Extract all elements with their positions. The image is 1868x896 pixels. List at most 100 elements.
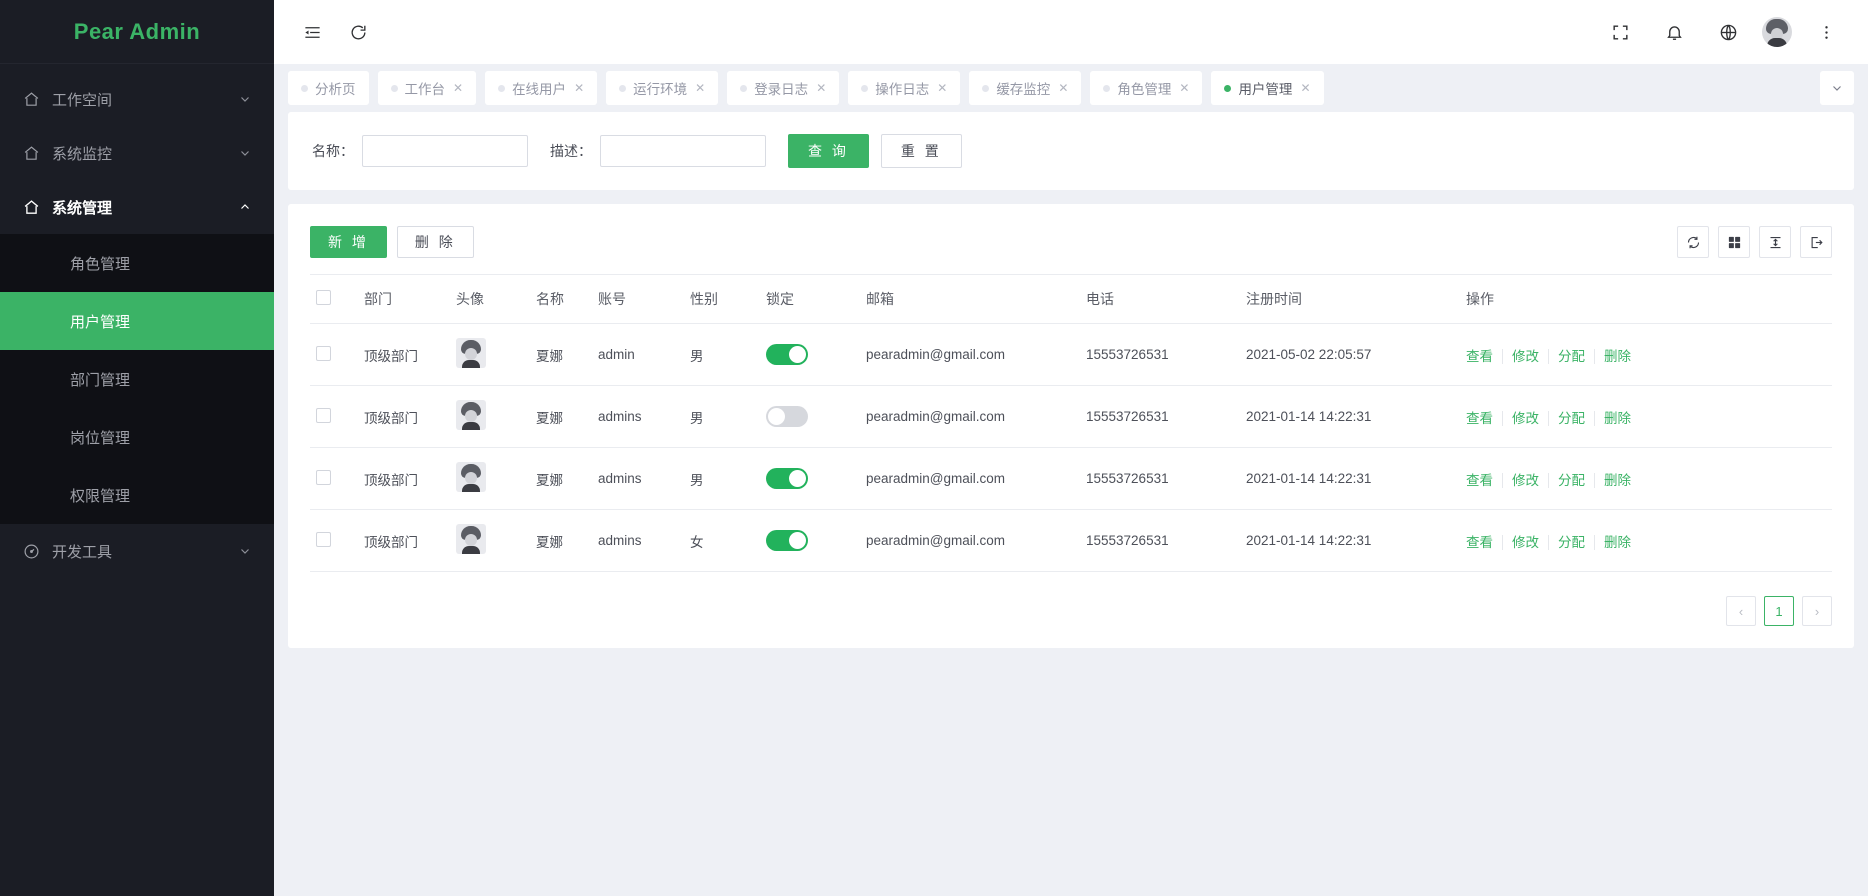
action-view[interactable]: 查看 bbox=[1466, 410, 1503, 426]
delete-button[interactable]: 删 除 bbox=[396, 226, 474, 258]
tab-login-log[interactable]: 登录日志 ✕ bbox=[727, 71, 840, 105]
avatar-face bbox=[465, 472, 477, 484]
action-edit[interactable]: 修改 bbox=[1503, 348, 1549, 364]
action-edit[interactable]: 修改 bbox=[1503, 534, 1549, 550]
action-delete[interactable]: 删除 bbox=[1595, 349, 1631, 364]
home-icon bbox=[22, 144, 40, 162]
avatar[interactable] bbox=[1762, 17, 1792, 47]
sidebar-item-system[interactable]: 系统管理 bbox=[0, 180, 274, 234]
action-view[interactable]: 查看 bbox=[1466, 534, 1503, 550]
home-icon bbox=[22, 90, 40, 108]
menu-collapse-icon[interactable] bbox=[292, 12, 332, 52]
label-name: 名称： bbox=[312, 143, 354, 159]
header-actions: 操作 bbox=[1460, 274, 1832, 324]
action-edit[interactable]: 修改 bbox=[1503, 472, 1549, 488]
sidebar-item-workspace[interactable]: 工作空间 bbox=[0, 72, 274, 126]
action-delete[interactable]: 删除 bbox=[1595, 411, 1631, 426]
sidebar-label-post-management: 岗位管理 bbox=[70, 429, 131, 447]
fullscreen-icon[interactable] bbox=[1600, 12, 1640, 52]
label-description: 描述： bbox=[550, 143, 592, 159]
chevron-up-icon bbox=[238, 200, 252, 214]
select-all-checkbox[interactable] bbox=[316, 290, 331, 305]
action-view[interactable]: 查看 bbox=[1466, 348, 1503, 364]
pagination-page-1[interactable]: 1 bbox=[1764, 596, 1794, 626]
close-icon[interactable]: ✕ bbox=[695, 81, 705, 95]
sidebar-item-devtools[interactable]: 开发工具 bbox=[0, 524, 274, 578]
tab-bar: 分析页 工作台 ✕ 在线用户 ✕ 运行环境 ✕ 登录日志 ✕ 操作日志 ✕ 缓存… bbox=[274, 64, 1868, 112]
close-icon[interactable]: ✕ bbox=[937, 81, 947, 95]
brand-logo[interactable]: Pear Admin bbox=[0, 0, 274, 64]
close-icon[interactable]: ✕ bbox=[816, 81, 826, 95]
action-assign[interactable]: 分配 bbox=[1549, 410, 1595, 426]
tab-user-management[interactable]: 用户管理 ✕ bbox=[1211, 71, 1324, 105]
tab-online-users[interactable]: 在线用户 ✕ bbox=[485, 71, 598, 105]
tab-role-management[interactable]: 角色管理 ✕ bbox=[1090, 71, 1203, 105]
action-assign[interactable]: 分配 bbox=[1549, 534, 1595, 550]
cell-actions: 查看 修改 分配 删除 bbox=[1460, 323, 1832, 386]
lock-toggle[interactable] bbox=[766, 530, 808, 551]
tab-label: 角色管理 bbox=[1117, 82, 1172, 97]
tab-options-dropdown[interactable] bbox=[1820, 71, 1854, 105]
tab-analysis[interactable]: 分析页 bbox=[288, 71, 369, 105]
tab-operation-log[interactable]: 操作日志 ✕ bbox=[848, 71, 961, 105]
close-icon[interactable]: ✕ bbox=[574, 81, 584, 95]
cell-locked bbox=[760, 323, 860, 386]
more-vertical-icon[interactable] bbox=[1806, 12, 1846, 52]
close-icon[interactable]: ✕ bbox=[453, 81, 463, 95]
sidebar-item-dept-management[interactable]: 部门管理 bbox=[0, 350, 274, 408]
action-delete[interactable]: 删除 bbox=[1595, 535, 1631, 550]
row-checkbox[interactable] bbox=[316, 531, 331, 547]
sidebar-item-permission-management[interactable]: 权限管理 bbox=[0, 466, 274, 524]
sidebar-item-post-management[interactable]: 岗位管理 bbox=[0, 408, 274, 466]
close-icon[interactable]: ✕ bbox=[1179, 81, 1189, 95]
cell-actions: 查看 修改 分配 删除 bbox=[1460, 385, 1832, 448]
header-phone: 电话 bbox=[1080, 274, 1240, 324]
field-name: 名称： bbox=[312, 135, 528, 167]
row-checkbox[interactable] bbox=[316, 407, 331, 423]
query-button[interactable]: 查 询 bbox=[788, 134, 869, 168]
row-checkbox[interactable] bbox=[316, 469, 331, 485]
close-icon[interactable]: ✕ bbox=[1058, 81, 1068, 95]
column-filter-icon[interactable] bbox=[1718, 226, 1750, 258]
pagination-next[interactable]: › bbox=[1802, 596, 1832, 626]
lock-toggle[interactable] bbox=[766, 344, 808, 365]
sidebar-label-dept-management: 部门管理 bbox=[70, 371, 131, 389]
tab-runtime-env[interactable]: 运行环境 ✕ bbox=[606, 71, 719, 105]
bell-icon[interactable] bbox=[1654, 12, 1694, 52]
lock-toggle[interactable] bbox=[766, 406, 808, 427]
refresh-icon[interactable] bbox=[338, 12, 378, 52]
reset-button[interactable]: 重 置 bbox=[880, 134, 962, 168]
cell-email: pearadmin@gmail.com bbox=[860, 385, 1080, 448]
header-gender: 性别 bbox=[684, 274, 760, 324]
row-height-icon[interactable] bbox=[1759, 226, 1791, 258]
export-icon[interactable] bbox=[1800, 226, 1832, 258]
header-email: 邮箱 bbox=[860, 274, 1080, 324]
search-description-input[interactable] bbox=[600, 135, 766, 167]
search-name-input[interactable] bbox=[362, 135, 528, 167]
globe-icon[interactable] bbox=[1708, 12, 1748, 52]
tab-status-dot bbox=[861, 84, 869, 92]
close-icon[interactable]: ✕ bbox=[1300, 81, 1310, 95]
action-edit[interactable]: 修改 bbox=[1503, 410, 1549, 426]
sidebar-item-monitor[interactable]: 系统监控 bbox=[0, 126, 274, 180]
action-delete[interactable]: 删除 bbox=[1595, 473, 1631, 488]
tab-status-dot bbox=[390, 84, 398, 92]
refresh-table-icon[interactable] bbox=[1677, 226, 1709, 258]
sidebar-item-role-management[interactable]: 角色管理 bbox=[0, 234, 274, 292]
pagination-prev[interactable]: ‹ bbox=[1726, 596, 1756, 626]
sidebar-item-user-management[interactable]: 用户管理 bbox=[0, 292, 274, 350]
tab-cache-monitor[interactable]: 缓存监控 ✕ bbox=[969, 71, 1082, 105]
tab-workbench[interactable]: 工作台 ✕ bbox=[377, 71, 477, 105]
lock-toggle[interactable] bbox=[766, 468, 808, 489]
row-checkbox[interactable] bbox=[316, 345, 331, 361]
chevron-down-icon bbox=[238, 146, 252, 160]
action-assign[interactable]: 分配 bbox=[1549, 472, 1595, 488]
sidebar-label-workspace: 工作空间 bbox=[52, 91, 113, 109]
sidebar-nav: 工作空间 系统监控 系统管理 角色管理 用户管理 部门管理 岗位管理 权限管理 … bbox=[0, 64, 274, 578]
add-button[interactable]: 新 增 bbox=[310, 226, 387, 258]
header-name: 名称 bbox=[530, 274, 592, 324]
tab-status-dot bbox=[619, 84, 627, 92]
action-view[interactable]: 查看 bbox=[1466, 472, 1503, 488]
main-area: 分析页 工作台 ✕ 在线用户 ✕ 运行环境 ✕ 登录日志 ✕ 操作日志 ✕ 缓存… bbox=[274, 0, 1868, 896]
action-assign[interactable]: 分配 bbox=[1549, 348, 1595, 364]
